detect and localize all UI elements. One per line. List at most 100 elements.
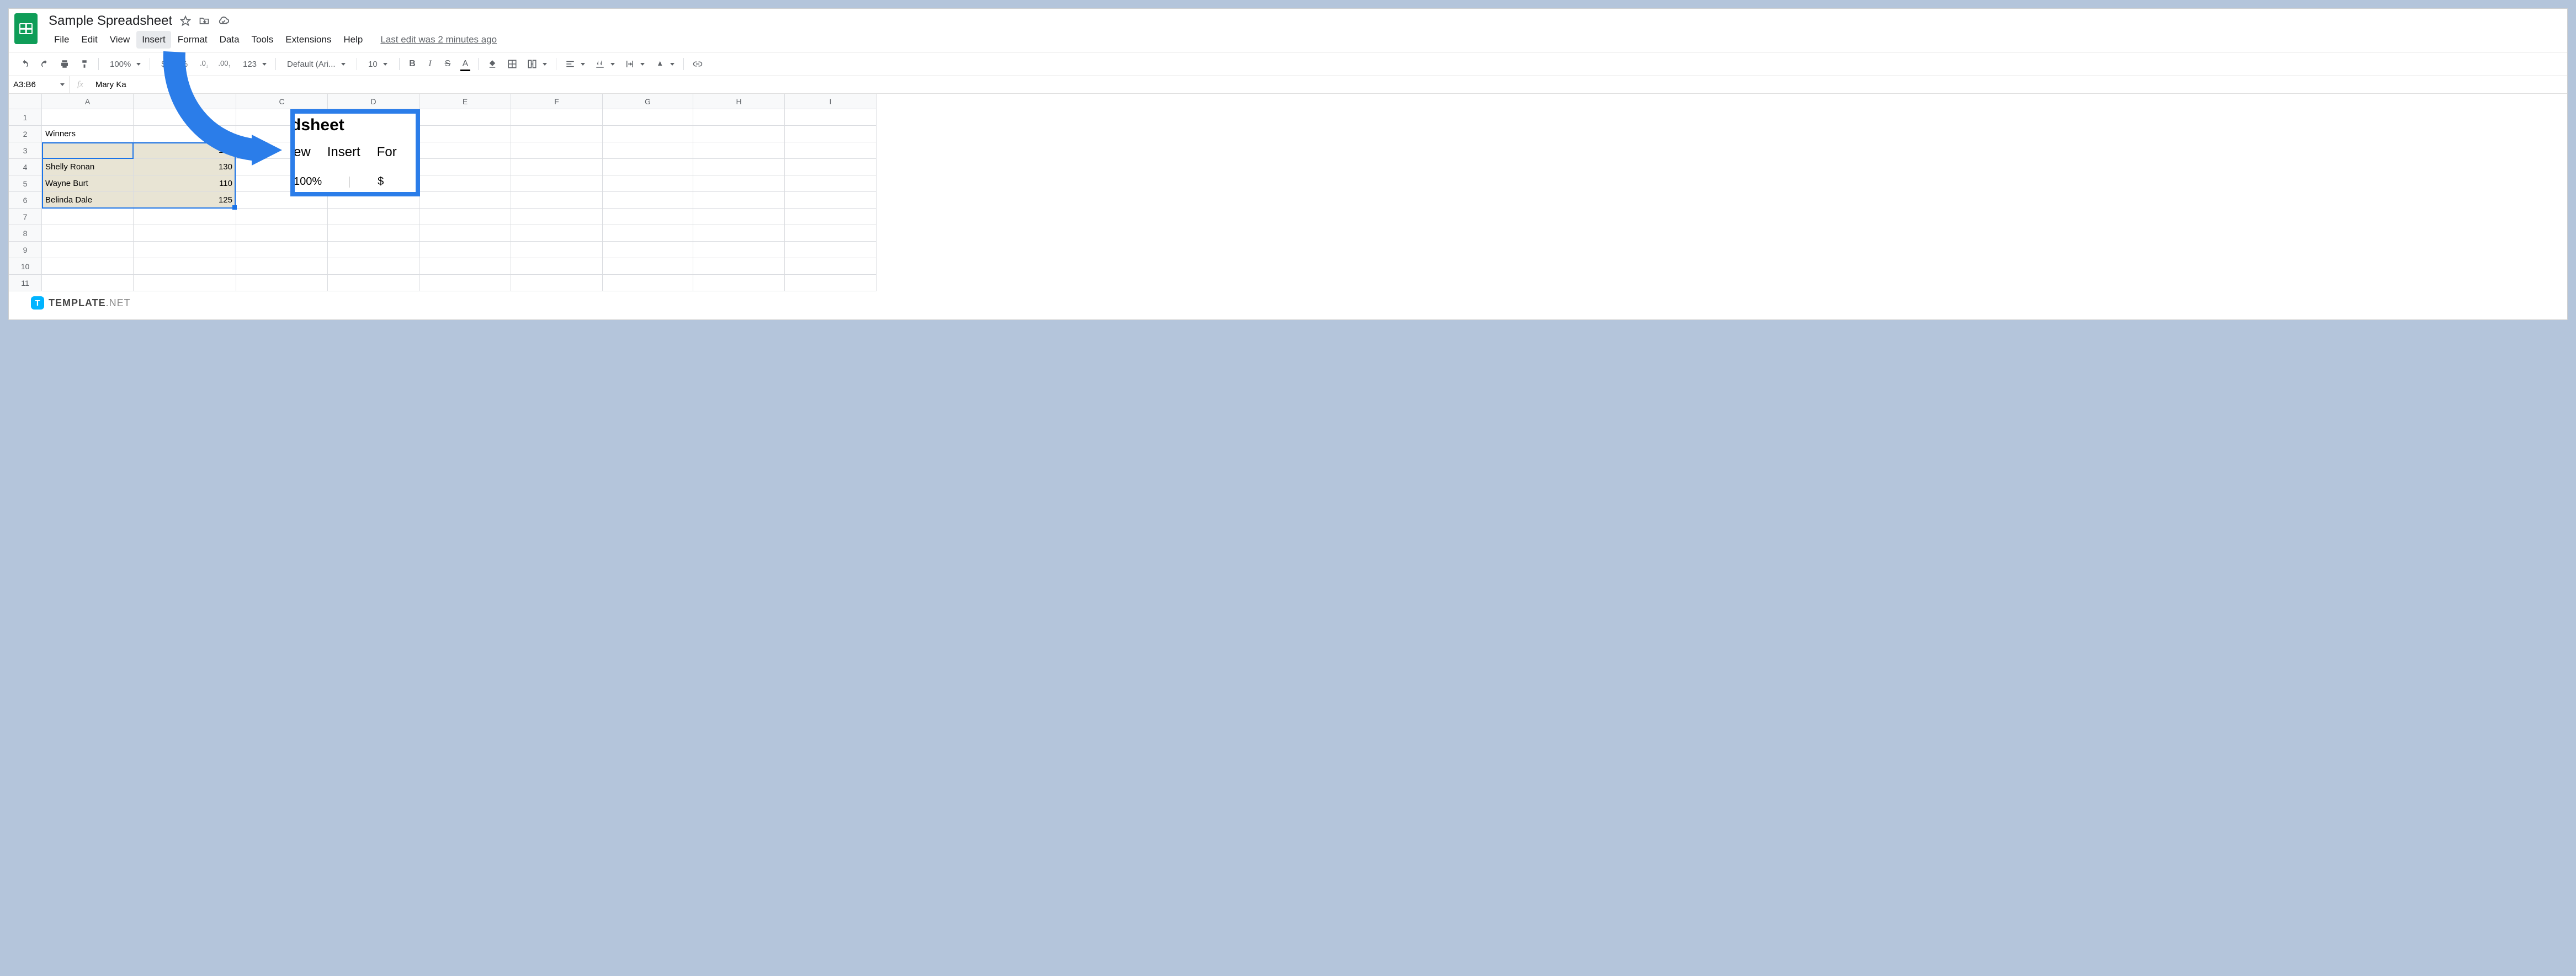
bold-button[interactable]: B [404, 56, 421, 72]
cell-A6[interactable]: Belinda Dale [42, 192, 134, 209]
name-box[interactable]: A3:B6 [9, 76, 70, 93]
cell-A7[interactable] [42, 209, 134, 225]
cell-C8[interactable] [236, 225, 328, 242]
column-header-D[interactable]: D [328, 94, 419, 109]
vertical-align-dropdown[interactable] [591, 57, 619, 71]
cloud-status-icon[interactable] [217, 15, 230, 27]
cell-B1[interactable] [134, 109, 236, 126]
cell-H1[interactable] [693, 109, 785, 126]
text-color-button[interactable]: A [457, 56, 474, 72]
column-header-I[interactable]: I [785, 94, 877, 109]
cell-B7[interactable] [134, 209, 236, 225]
fill-color-button[interactable] [483, 56, 502, 72]
cell-E5[interactable] [419, 175, 511, 192]
cell-G8[interactable] [603, 225, 693, 242]
cell-H11[interactable] [693, 275, 785, 291]
star-icon[interactable] [180, 15, 191, 26]
print-button[interactable] [55, 56, 74, 72]
cell-A5[interactable]: Wayne Burt [42, 175, 134, 192]
menu-tools[interactable]: Tools [246, 31, 279, 49]
cell-H8[interactable] [693, 225, 785, 242]
cell-I6[interactable] [785, 192, 877, 209]
cell-A11[interactable] [42, 275, 134, 291]
italic-button[interactable]: I [422, 56, 438, 72]
number-format-dropdown[interactable]: 123 [236, 57, 271, 71]
cell-G10[interactable] [603, 258, 693, 275]
text-rotation-dropdown[interactable] [650, 57, 679, 71]
cell-F1[interactable] [511, 109, 603, 126]
cell-B5[interactable]: 110 [134, 175, 236, 192]
cell-B3[interactable]: 122 [134, 142, 236, 159]
cell-G3[interactable] [603, 142, 693, 159]
column-header-E[interactable]: E [419, 94, 511, 109]
cell-A8[interactable] [42, 225, 134, 242]
cell-E8[interactable] [419, 225, 511, 242]
column-header-C[interactable]: C [236, 94, 328, 109]
cell-I3[interactable] [785, 142, 877, 159]
cell-I2[interactable] [785, 126, 877, 142]
merge-cells-dropdown[interactable] [523, 57, 551, 71]
cell-I10[interactable] [785, 258, 877, 275]
row-header-9[interactable]: 9 [9, 242, 42, 258]
cell-F5[interactable] [511, 175, 603, 192]
cell-I7[interactable] [785, 209, 877, 225]
cell-E11[interactable] [419, 275, 511, 291]
cell-A3[interactable]: Mary Kane [42, 142, 134, 159]
cell-E4[interactable] [419, 159, 511, 175]
cell-A10[interactable] [42, 258, 134, 275]
menu-insert[interactable]: Insert [136, 31, 171, 49]
row-header-11[interactable]: 11 [9, 275, 42, 291]
row-header-3[interactable]: 3 [9, 142, 42, 159]
cell-D10[interactable] [328, 258, 419, 275]
cell-F3[interactable] [511, 142, 603, 159]
row-header-10[interactable]: 10 [9, 258, 42, 275]
text-wrap-dropdown[interactable] [620, 57, 649, 71]
cell-F11[interactable] [511, 275, 603, 291]
cell-E2[interactable] [419, 126, 511, 142]
menu-format[interactable]: Format [172, 31, 213, 49]
menu-file[interactable]: File [49, 31, 75, 49]
column-header-B[interactable]: B [134, 94, 236, 109]
font-dropdown[interactable]: Default (Ari... [280, 57, 352, 71]
cell-I5[interactable] [785, 175, 877, 192]
cell-F4[interactable] [511, 159, 603, 175]
select-all-corner[interactable] [9, 94, 42, 109]
cell-B9[interactable] [134, 242, 236, 258]
currency-button[interactable]: $ [155, 56, 172, 72]
cell-D9[interactable] [328, 242, 419, 258]
formula-input[interactable]: Mary Ka [91, 80, 126, 89]
column-header-F[interactable]: F [511, 94, 603, 109]
menu-data[interactable]: Data [214, 31, 245, 49]
cell-F10[interactable] [511, 258, 603, 275]
cell-D8[interactable] [328, 225, 419, 242]
column-header-A[interactable]: A [42, 94, 134, 109]
paint-format-button[interactable] [75, 56, 94, 72]
row-header-2[interactable]: 2 [9, 126, 42, 142]
cell-E3[interactable] [419, 142, 511, 159]
cell-G6[interactable] [603, 192, 693, 209]
menu-edit[interactable]: Edit [76, 31, 103, 49]
row-header-6[interactable]: 6 [9, 192, 42, 209]
cell-A4[interactable]: Shelly Ronan [42, 159, 134, 175]
cell-H9[interactable] [693, 242, 785, 258]
borders-button[interactable] [503, 56, 522, 72]
strikethrough-button[interactable]: S [439, 56, 456, 72]
cell-C9[interactable] [236, 242, 328, 258]
cell-D11[interactable] [328, 275, 419, 291]
cell-A1[interactable] [42, 109, 134, 126]
row-header-8[interactable]: 8 [9, 225, 42, 242]
cell-I9[interactable] [785, 242, 877, 258]
sheets-logo-icon[interactable] [14, 13, 38, 44]
redo-button[interactable] [35, 56, 54, 72]
cell-I4[interactable] [785, 159, 877, 175]
row-header-7[interactable]: 7 [9, 209, 42, 225]
move-folder-icon[interactable] [199, 15, 210, 26]
cell-H10[interactable] [693, 258, 785, 275]
cell-B4[interactable]: 130 [134, 159, 236, 175]
undo-button[interactable] [15, 56, 34, 72]
menu-help[interactable]: Help [338, 31, 368, 49]
cell-C10[interactable] [236, 258, 328, 275]
cell-B8[interactable] [134, 225, 236, 242]
cell-F8[interactable] [511, 225, 603, 242]
cell-I11[interactable] [785, 275, 877, 291]
